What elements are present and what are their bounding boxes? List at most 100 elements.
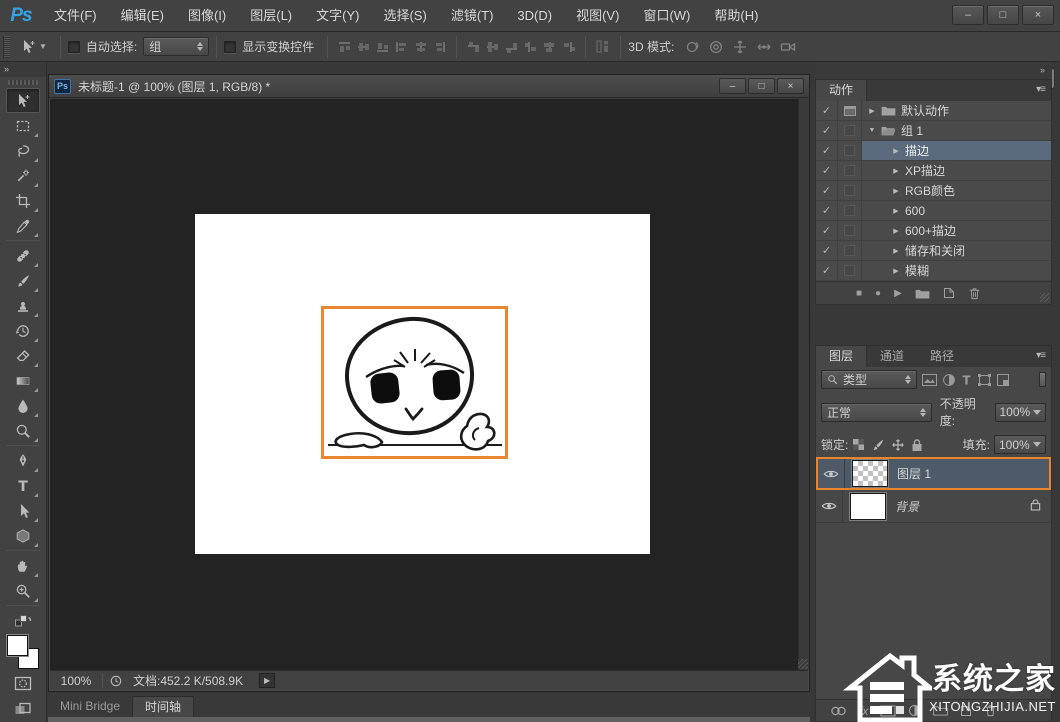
action-modal-toggle[interactable]: [838, 141, 862, 160]
pixel-filter-icon[interactable]: [921, 373, 938, 387]
tool-shape[interactable]: [6, 523, 40, 548]
distribute-top-edges-icon[interactable]: [466, 40, 481, 54]
doc-close-button[interactable]: ×: [777, 78, 804, 94]
actions-panel-menu-icon[interactable]: ▾≡: [1036, 84, 1046, 95]
canvas-area[interactable]: [50, 99, 798, 670]
filter-type-dropdown[interactable]: 类型: [821, 370, 917, 389]
tool-dodge[interactable]: [6, 418, 40, 443]
layer-name[interactable]: 背景: [895, 498, 919, 515]
action-row-600[interactable]: ✓ ▶ 600: [816, 201, 1051, 221]
document-title-bar[interactable]: Ps 未标题-1 @ 100% (图层 1, RGB/8) * – □ ×: [49, 75, 809, 98]
menu-type[interactable]: 文字(Y): [304, 0, 371, 32]
resize-grip[interactable]: [798, 659, 808, 669]
tool-path-selection[interactable]: [6, 498, 40, 523]
tool-quick-selection[interactable]: [6, 163, 40, 188]
action-modal-toggle[interactable]: [838, 121, 862, 140]
tab-paths[interactable]: 路径: [917, 346, 968, 367]
minimize-button[interactable]: –: [952, 5, 984, 25]
distribute-vertical-centers-icon[interactable]: [485, 40, 500, 54]
menu-edit[interactable]: 编辑(E): [109, 0, 176, 32]
collapsed-caret-icon[interactable]: ▶: [892, 167, 900, 175]
tool-pen[interactable]: [6, 448, 40, 473]
action-check-icon[interactable]: ✓: [816, 101, 838, 120]
collapsed-caret-icon[interactable]: ▶: [892, 267, 900, 275]
action-check-icon[interactable]: ✓: [816, 241, 838, 260]
action-check-icon[interactable]: ✓: [816, 161, 838, 180]
maximize-button[interactable]: □: [987, 5, 1019, 25]
menu-help[interactable]: 帮助(H): [702, 0, 770, 32]
tab-layers[interactable]: 图层: [816, 346, 868, 367]
tool-blur[interactable]: [6, 393, 40, 418]
distribute-bottom-edges-icon[interactable]: [504, 40, 519, 54]
3d-slide-icon[interactable]: [756, 39, 772, 55]
tool-crop[interactable]: [6, 188, 40, 213]
swap-colors-icon[interactable]: [6, 608, 40, 633]
tool-type[interactable]: T: [6, 473, 40, 498]
show-transform-checkbox[interactable]: [224, 40, 237, 53]
action-row-600-stroke[interactable]: ✓ ▶ 600+描边: [816, 221, 1051, 241]
auto-select-checkbox[interactable]: [67, 40, 80, 53]
tab-mini-bridge[interactable]: Mini Bridge: [48, 696, 132, 717]
distribute-right-edges-icon[interactable]: [561, 40, 576, 54]
action-row-blur[interactable]: ✓ ▶ 模糊: [816, 261, 1051, 281]
shape-filter-icon[interactable]: [977, 373, 992, 387]
collapsed-caret-icon[interactable]: ▶: [892, 227, 900, 235]
tab-channels[interactable]: 通道: [867, 346, 918, 367]
action-modal-toggle[interactable]: [838, 181, 862, 200]
action-row-rgb-color[interactable]: ✓ ▶ RGB颜色: [816, 181, 1051, 201]
tool-lasso[interactable]: [6, 138, 40, 163]
collapsed-caret-icon[interactable]: ▶: [868, 107, 876, 115]
transform-selection-rect[interactable]: [321, 306, 508, 459]
menu-file[interactable]: 文件(F): [42, 0, 109, 32]
tools-grip[interactable]: [8, 80, 38, 85]
play-button[interactable]: ▶: [894, 288, 902, 299]
new-set-button[interactable]: [915, 288, 930, 299]
options-bar-grip[interactable]: [3, 35, 10, 58]
tool-gradient[interactable]: [6, 368, 40, 393]
expanded-caret-icon[interactable]: ▼: [868, 127, 876, 134]
action-modal-toggle[interactable]: [838, 261, 862, 280]
lock-paint-icon[interactable]: [871, 438, 885, 452]
tool-eraser[interactable]: [6, 343, 40, 368]
adjustment-filter-icon[interactable]: [942, 373, 956, 387]
tool-move[interactable]: [6, 88, 40, 113]
action-check-icon[interactable]: ✓: [816, 121, 838, 140]
layer-thumbnail[interactable]: [851, 459, 889, 488]
align-horizontal-centers-icon[interactable]: [413, 40, 428, 54]
action-check-icon[interactable]: ✓: [816, 261, 838, 280]
close-button[interactable]: ×: [1022, 5, 1054, 25]
action-row-group1[interactable]: ✓ ▼ 组 1: [816, 121, 1051, 141]
menu-filter[interactable]: 滤镜(T): [439, 0, 506, 32]
collapsed-caret-icon[interactable]: ▶: [892, 247, 900, 255]
3d-camera-icon[interactable]: [780, 39, 797, 55]
tool-spot-healing-brush[interactable]: [6, 243, 40, 268]
doc-minimize-button[interactable]: –: [719, 78, 746, 94]
collapsed-caret-icon[interactable]: ▶: [892, 187, 900, 195]
action-row-default-set[interactable]: ✓ ▶ 默认动作: [816, 101, 1051, 121]
fill-value-box[interactable]: 100%: [994, 435, 1046, 454]
quick-mask-button[interactable]: [6, 671, 40, 696]
tool-hand[interactable]: [6, 553, 40, 578]
record-button[interactable]: ●: [875, 288, 881, 299]
smart-object-filter-icon[interactable]: [996, 373, 1010, 387]
type-filter-icon[interactable]: T: [960, 373, 973, 387]
zoom-level[interactable]: 100%: [50, 674, 102, 688]
collapsed-caret-icon[interactable]: ▶: [892, 207, 900, 215]
layer-visibility-toggle[interactable]: [816, 490, 843, 522]
align-top-edges-icon[interactable]: [337, 40, 352, 54]
current-tool-preset[interactable]: ▼: [14, 39, 53, 55]
action-modal-toggle[interactable]: [838, 241, 862, 260]
layers-panel-menu-icon[interactable]: ▾≡: [1036, 350, 1046, 361]
tools-collapse-icon[interactable]: »: [0, 62, 46, 77]
lock-transparent-icon[interactable]: [852, 438, 865, 451]
layer-row-background[interactable]: 背景: [816, 490, 1051, 523]
tool-rectangular-marquee[interactable]: [6, 113, 40, 138]
layer-row-layer1[interactable]: 图层 1: [816, 457, 1051, 490]
tool-eyedropper[interactable]: [6, 213, 40, 238]
lock-position-icon[interactable]: [891, 438, 905, 452]
menu-window[interactable]: 窗口(W): [631, 0, 702, 32]
screen-mode-button[interactable]: [6, 696, 40, 721]
3d-roll-icon[interactable]: [708, 39, 724, 55]
blend-mode-dropdown[interactable]: 正常: [821, 402, 932, 422]
vertical-scrollbar[interactable]: [798, 99, 809, 670]
